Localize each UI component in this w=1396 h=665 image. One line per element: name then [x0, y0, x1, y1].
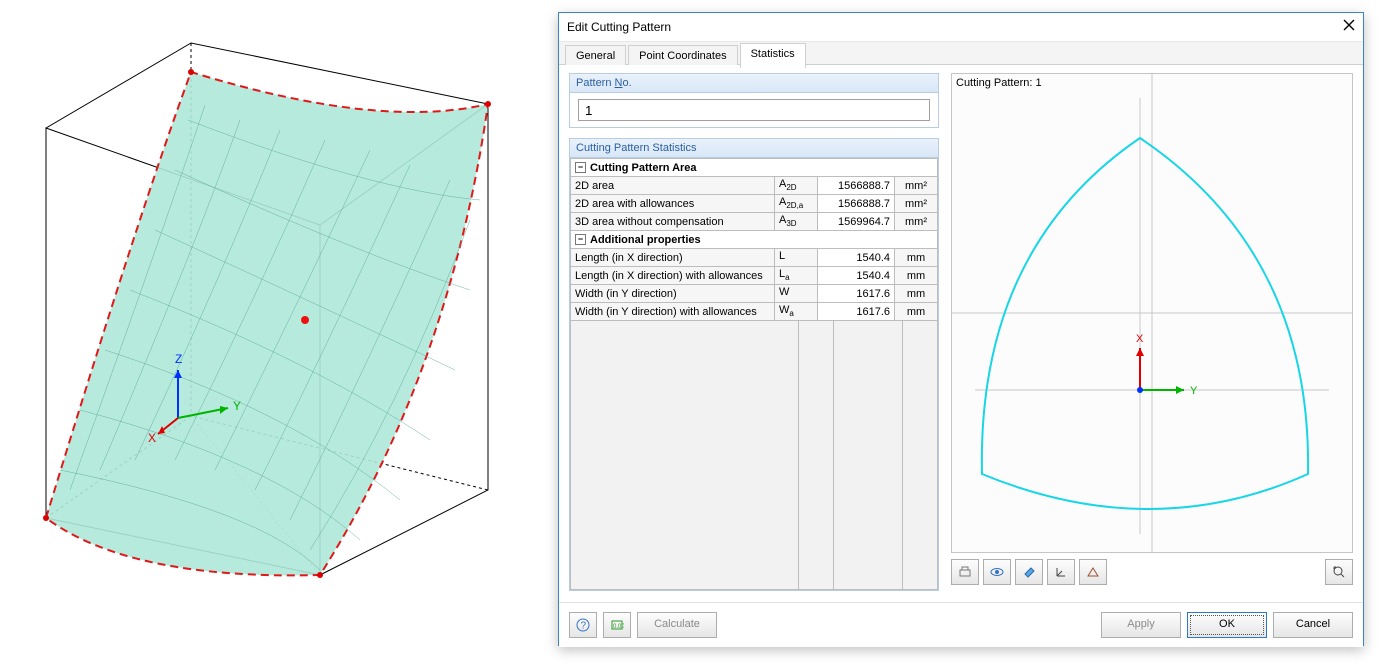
- dialog-footer: ? 0.00 Calculate Apply OK Cancel: [559, 602, 1363, 647]
- preview-label: Cutting Pattern: 1: [956, 77, 1042, 89]
- pattern-no-group: Pattern No.: [569, 73, 939, 128]
- tab-statistics[interactable]: Statistics: [740, 43, 806, 68]
- tab-point-coordinates[interactable]: Point Coordinates: [628, 45, 737, 67]
- axis-x-label: X: [148, 431, 156, 445]
- section-props-label: Additional properties: [590, 234, 701, 246]
- table-row: Length (in X direction)L1540.4mm: [571, 249, 938, 267]
- table-row: Length (in X direction) with allowancesL…: [571, 267, 938, 285]
- statistics-heading: Cutting Pattern Statistics: [570, 139, 938, 158]
- dialog-title: Edit Cutting Pattern: [567, 13, 671, 41]
- show-all-icon[interactable]: [983, 559, 1011, 585]
- pattern-no-input[interactable]: [578, 99, 930, 121]
- svg-text:?: ?: [581, 621, 587, 632]
- preview-axis-y-label: Y: [1190, 385, 1198, 397]
- collapse-icon[interactable]: −: [575, 162, 586, 173]
- ok-button[interactable]: OK: [1187, 612, 1267, 638]
- preview-axis-x-label: X: [1136, 333, 1144, 345]
- calculate-button[interactable]: Calculate: [637, 612, 717, 638]
- viewport-3d[interactable]: Z Y X: [10, 10, 530, 650]
- edit-cutting-pattern-dialog: Edit Cutting Pattern General Point Coord…: [558, 12, 1364, 646]
- tab-general[interactable]: General: [565, 45, 626, 67]
- table-row: Width (in Y direction)W1617.6mm: [571, 285, 938, 303]
- axis-z-label: Z: [175, 352, 182, 366]
- pattern-no-heading: Pattern No.: [570, 74, 938, 93]
- zoom-extents-icon[interactable]: [1325, 559, 1353, 585]
- tab-strip: General Point Coordinates Statistics: [559, 41, 1363, 65]
- table-row: 2D areaA2D1566888.7mm²: [571, 177, 938, 195]
- table-row: Width (in Y direction) with allowancesWa…: [571, 303, 938, 321]
- cancel-button[interactable]: Cancel: [1273, 612, 1353, 638]
- table-row: 3D area without compensationA3D1569964.7…: [571, 213, 938, 231]
- statistics-table: −Cutting Pattern Area 2D areaA2D1566888.…: [570, 158, 938, 321]
- collapse-icon[interactable]: −: [575, 234, 586, 245]
- preview-pane[interactable]: Cutting Pattern: 1 X Y: [951, 73, 1353, 553]
- table-empty-area: [570, 321, 938, 590]
- svg-text:0.00: 0.00: [613, 624, 624, 630]
- close-icon[interactable]: [1343, 13, 1355, 41]
- help-icon[interactable]: ?: [569, 612, 597, 638]
- axes-icon[interactable]: [1047, 559, 1075, 585]
- table-row: 2D area with allowancesA2D,a1566888.7mm²: [571, 195, 938, 213]
- supports-icon[interactable]: [1079, 559, 1107, 585]
- units-icon[interactable]: 0.00: [603, 612, 631, 638]
- apply-button[interactable]: Apply: [1101, 612, 1181, 638]
- preview-toolbar: [951, 559, 1353, 585]
- print-icon[interactable]: [951, 559, 979, 585]
- erase-icon[interactable]: [1015, 559, 1043, 585]
- section-area-label: Cutting Pattern Area: [590, 162, 697, 174]
- statistics-group: Cutting Pattern Statistics −Cutting Patt…: [569, 138, 939, 591]
- axis-y-label: Y: [233, 399, 241, 413]
